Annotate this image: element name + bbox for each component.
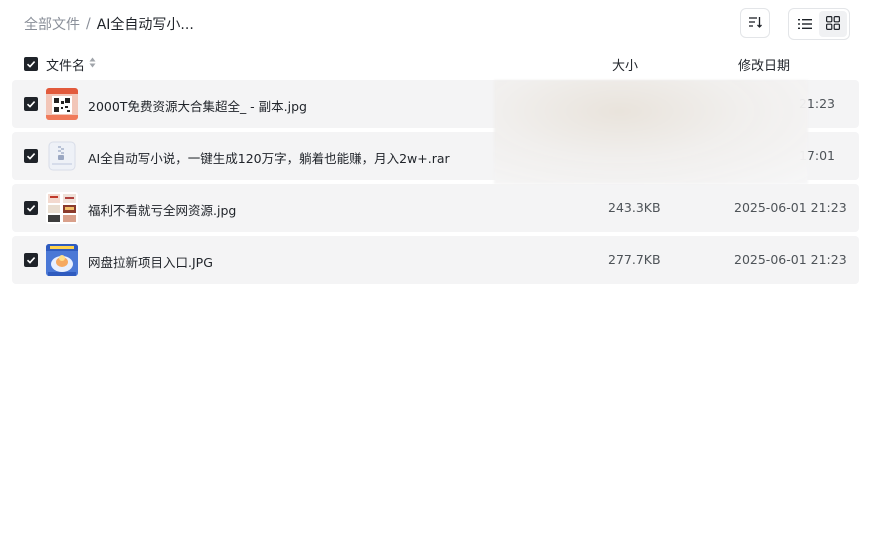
file-size: 277.7KB: [608, 252, 661, 267]
grid-view-button[interactable]: [819, 11, 847, 37]
file-name: AI全自动写小说，一键生成120万字，躺着也能赚，月入2w+.rar: [88, 151, 450, 166]
archive-file-icon: [46, 140, 78, 172]
breadcrumb-separator: /: [86, 16, 91, 32]
sort-toggle-icon: [89, 57, 96, 72]
file-row[interactable]: 网盘拉新项目入口.JPG 277.7KB 2025-06-01 21:23: [12, 236, 859, 284]
check-icon: [26, 153, 36, 160]
grid-view-icon: [826, 15, 840, 34]
sort-icon: [748, 14, 762, 33]
promo-thumbnail: [46, 244, 78, 276]
breadcrumb: 全部文件 / AI全自动写小...: [24, 14, 194, 34]
qr-poster-thumbnail: [46, 88, 78, 120]
column-header-name[interactable]: 文件名: [46, 55, 96, 74]
file-name: 2000T免费资源大合集超全_ - 副本.jpg: [88, 99, 307, 114]
list-view-button[interactable]: [791, 11, 819, 37]
file-name: 福利不看就亏全网资源.jpg: [88, 203, 237, 218]
breadcrumb-root[interactable]: 全部文件: [24, 14, 80, 34]
file-date: 2025-06-01 21:23: [734, 252, 847, 267]
row-checkbox[interactable]: [24, 149, 38, 163]
column-header-date[interactable]: 修改日期: [738, 55, 790, 74]
column-header-name-label: 文件名: [46, 59, 86, 74]
file-date: 2025-06-01 21:23: [734, 200, 847, 215]
check-icon: [26, 101, 36, 108]
row-checkbox[interactable]: [24, 201, 38, 215]
row-checkbox[interactable]: [24, 97, 38, 111]
view-switch: [788, 8, 850, 40]
check-icon: [26, 61, 36, 68]
file-size: 243.3KB: [608, 200, 661, 215]
blurred-popup-overlay: [494, 80, 808, 184]
sort-button[interactable]: [740, 8, 770, 38]
row-checkbox[interactable]: [24, 253, 38, 267]
check-icon: [26, 257, 36, 264]
collage-thumbnail: [46, 192, 78, 224]
check-icon: [26, 205, 36, 212]
column-header-size[interactable]: 大小: [612, 55, 638, 74]
breadcrumb-current: AI全自动写小...: [96, 17, 194, 33]
file-row[interactable]: 福利不看就亏全网资源.jpg 243.3KB 2025-06-01 21:23: [12, 184, 859, 232]
file-name: 网盘拉新项目入口.JPG: [88, 255, 213, 270]
list-view-icon: [798, 15, 812, 34]
select-all-checkbox[interactable]: [24, 57, 38, 71]
table-header: 文件名 大小 修改日期: [12, 52, 859, 76]
